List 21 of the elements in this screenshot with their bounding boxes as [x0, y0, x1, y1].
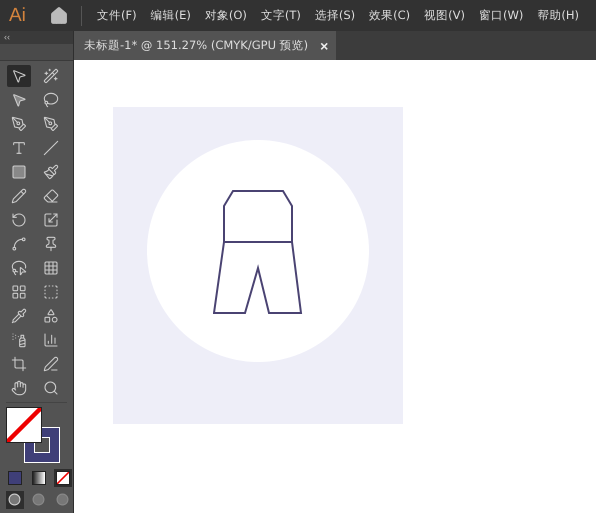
color-mode-button[interactable]	[6, 469, 24, 487]
menu-item[interactable]: 选择(S)	[308, 8, 362, 23]
panel-grip[interactable]	[0, 44, 73, 61]
app-logo: Ai	[8, 4, 27, 26]
selection-tool-icon[interactable]	[7, 65, 31, 87]
document-tab[interactable]: 未标题-1* @ 151.27% (CMYK/GPU 预览) ×	[74, 31, 336, 60]
menu-item[interactable]: 效果(C)	[362, 8, 418, 23]
gradient-mode-button[interactable]	[30, 469, 48, 487]
menu-item[interactable]: 对象(O)	[198, 8, 254, 23]
menu-item[interactable]: 文字(T)	[254, 8, 308, 23]
none-mode-button[interactable]	[54, 469, 72, 487]
menu-item[interactable]: 视图(V)	[417, 8, 472, 23]
fill-swatch[interactable]	[6, 407, 42, 443]
home-icon[interactable]	[49, 6, 69, 26]
collapse-panel-button[interactable]: ‹‹	[0, 31, 73, 44]
menu-item[interactable]: 帮助(H)	[530, 8, 586, 23]
menu-item[interactable]: 编辑(E)	[144, 8, 198, 23]
close-tab-button[interactable]: ×	[320, 38, 328, 54]
menu-item[interactable]: 文件(F)	[90, 8, 144, 23]
draw-mode-button[interactable]	[6, 491, 24, 509]
menu-item[interactable]: 窗口(W)	[472, 8, 530, 23]
